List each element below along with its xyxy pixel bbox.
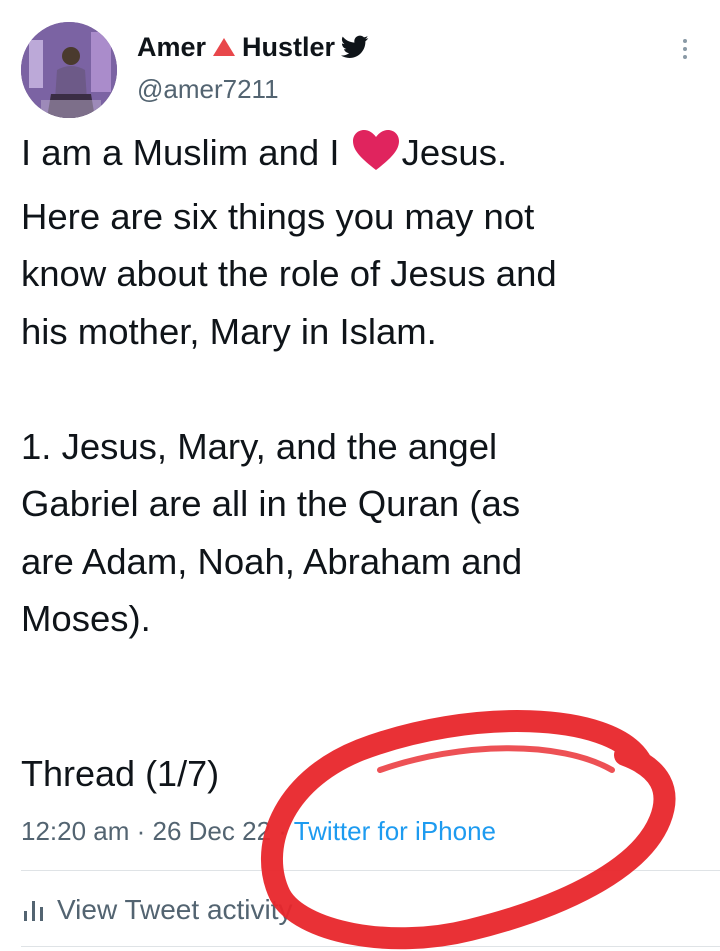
red-triangle-icon [212, 37, 236, 57]
meta-separator: · [129, 816, 153, 846]
more-vertical-icon[interactable] [670, 32, 700, 66]
author-name-first: Amer [137, 31, 207, 62]
tweet-time[interactable]: 12:20 am [21, 816, 129, 846]
view-activity-label: View Tweet activity [57, 894, 293, 925]
tweet-source-link[interactable]: Twitter for iPhone [294, 816, 496, 846]
divider [21, 946, 720, 947]
tweet-line1-start: I am a Muslim and I [21, 132, 350, 173]
tweet-body: Here are six things you may not know abo… [21, 195, 557, 640]
author-name[interactable]: Amer Hustler [137, 28, 369, 66]
divider [21, 870, 720, 871]
avatar[interactable] [21, 22, 117, 118]
activity-bars-icon [21, 897, 47, 923]
tweet-meta: 12:20 am · 26 Dec 22 · Twitter for iPhon… [21, 812, 496, 850]
meta-separator: · [271, 816, 294, 846]
tweet-text: I am a Muslim and I Jesus. Here are six … [21, 124, 701, 648]
author-handle[interactable]: @amer7211 [137, 74, 279, 105]
tweet-line1-end: Jesus. [401, 132, 508, 173]
author-name-second: Hustler [242, 31, 336, 62]
twitter-bird-icon [341, 35, 369, 59]
thread-label: Thread (1/7) [21, 753, 220, 794]
red-heart-icon [352, 129, 400, 188]
tweet-date[interactable]: 26 Dec 22 [153, 816, 272, 846]
view-activity-button[interactable]: View Tweet activity [21, 890, 293, 930]
